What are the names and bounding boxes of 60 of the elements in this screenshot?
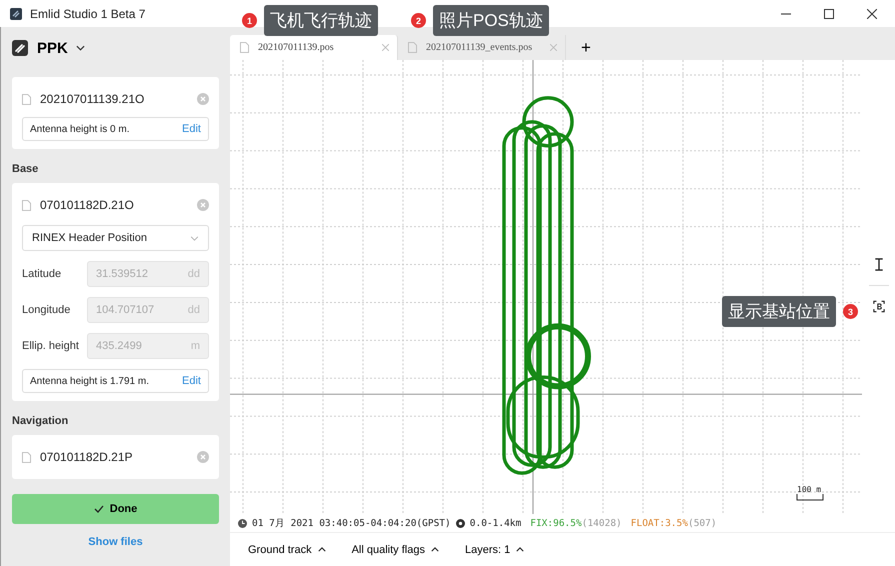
- check-icon: [94, 505, 104, 513]
- file-icon: [240, 42, 249, 53]
- file-tab[interactable]: 202107011139.pos: [230, 35, 398, 60]
- file-icon: [22, 452, 31, 462]
- clock-icon: [238, 518, 247, 528]
- menu-dropdown[interactable]: All quality flags: [346, 540, 445, 560]
- maximize-icon[interactable]: [824, 8, 834, 18]
- chevron-up-icon: [430, 547, 439, 552]
- field-value: 104.707107: [96, 304, 154, 316]
- field-label: Ellip. height: [22, 340, 80, 352]
- position-source-dropdown[interactable]: RINEX Header Position: [22, 225, 209, 251]
- chevron-down-icon: [190, 236, 199, 240]
- tab-label: 202107011139.pos: [258, 42, 335, 53]
- ruler-icon[interactable]: [872, 258, 884, 271]
- float-percentage: FLOAT:3.5%: [630, 518, 688, 528]
- file-icon: [22, 200, 31, 210]
- menu-dropdown[interactable]: Layers: 1: [458, 540, 530, 560]
- float-count: (507): [688, 518, 717, 528]
- file-icon: [408, 42, 417, 53]
- chevron-up-icon: [318, 547, 326, 552]
- new-tab-button[interactable]: +: [576, 35, 596, 60]
- base-distance-icon: [456, 518, 465, 528]
- ppk-logo-icon: [12, 40, 28, 56]
- section-heading: Navigation: [12, 415, 70, 427]
- annotation-callout: 显示基站位置: [722, 296, 836, 327]
- tab-label: 202107011139_events.pos: [426, 42, 534, 53]
- app-logo-icon: [10, 8, 22, 20]
- fix-percentage: FIX:96.5%: [530, 518, 582, 528]
- done-button[interactable]: Done: [12, 494, 219, 524]
- base-position-icon[interactable]: [872, 300, 884, 313]
- section-heading: Base: [12, 163, 40, 175]
- antenna-height-text: Antenna height is 0 m.: [30, 124, 130, 134]
- scale-label: 100 m: [797, 485, 822, 494]
- file-name: 202107011139.21O: [40, 92, 146, 106]
- position-source-text: RINEX Header Position: [32, 232, 147, 244]
- distance-range-text: 0.0-1.4km: [470, 518, 522, 528]
- field-label: Longitude: [22, 304, 72, 316]
- edit-link[interactable]: Edit: [182, 123, 201, 135]
- scale-bar-icon: [796, 494, 824, 501]
- edit-link[interactable]: Edit: [182, 375, 201, 387]
- field-label: Latitude: [22, 268, 62, 280]
- antenna-height-text: Antenna height is 1.791 m.: [30, 376, 149, 386]
- close-icon[interactable]: [867, 8, 877, 18]
- chevron-up-icon: [516, 547, 524, 552]
- step-number-badge: 1: [242, 13, 257, 28]
- file-name: 070101182D.21P: [40, 450, 134, 464]
- mode-dropdown[interactable]: PPK: [37, 40, 68, 56]
- step-number-badge: 3: [843, 304, 858, 319]
- fix-count: (14028): [582, 518, 622, 528]
- annotation-callout: 照片POS轨迹: [433, 5, 549, 36]
- annotation-callout: 飞机飞行轨迹: [264, 5, 378, 36]
- file-icon: [22, 94, 31, 104]
- file-name: 070101182D.21O: [40, 198, 135, 212]
- step-number-badge: 2: [411, 13, 426, 28]
- field-value: 435.2499: [96, 340, 142, 352]
- menu-dropdown[interactable]: Ground track: [242, 540, 332, 560]
- field-value: 31.539512: [96, 268, 148, 280]
- time-range-text: 01 7月 2021 03:40:05-04:04:20(GPST): [252, 516, 451, 530]
- window-title: Emlid Studio 1 Beta 7: [30, 6, 146, 20]
- chevron-down-icon[interactable]: [76, 45, 85, 51]
